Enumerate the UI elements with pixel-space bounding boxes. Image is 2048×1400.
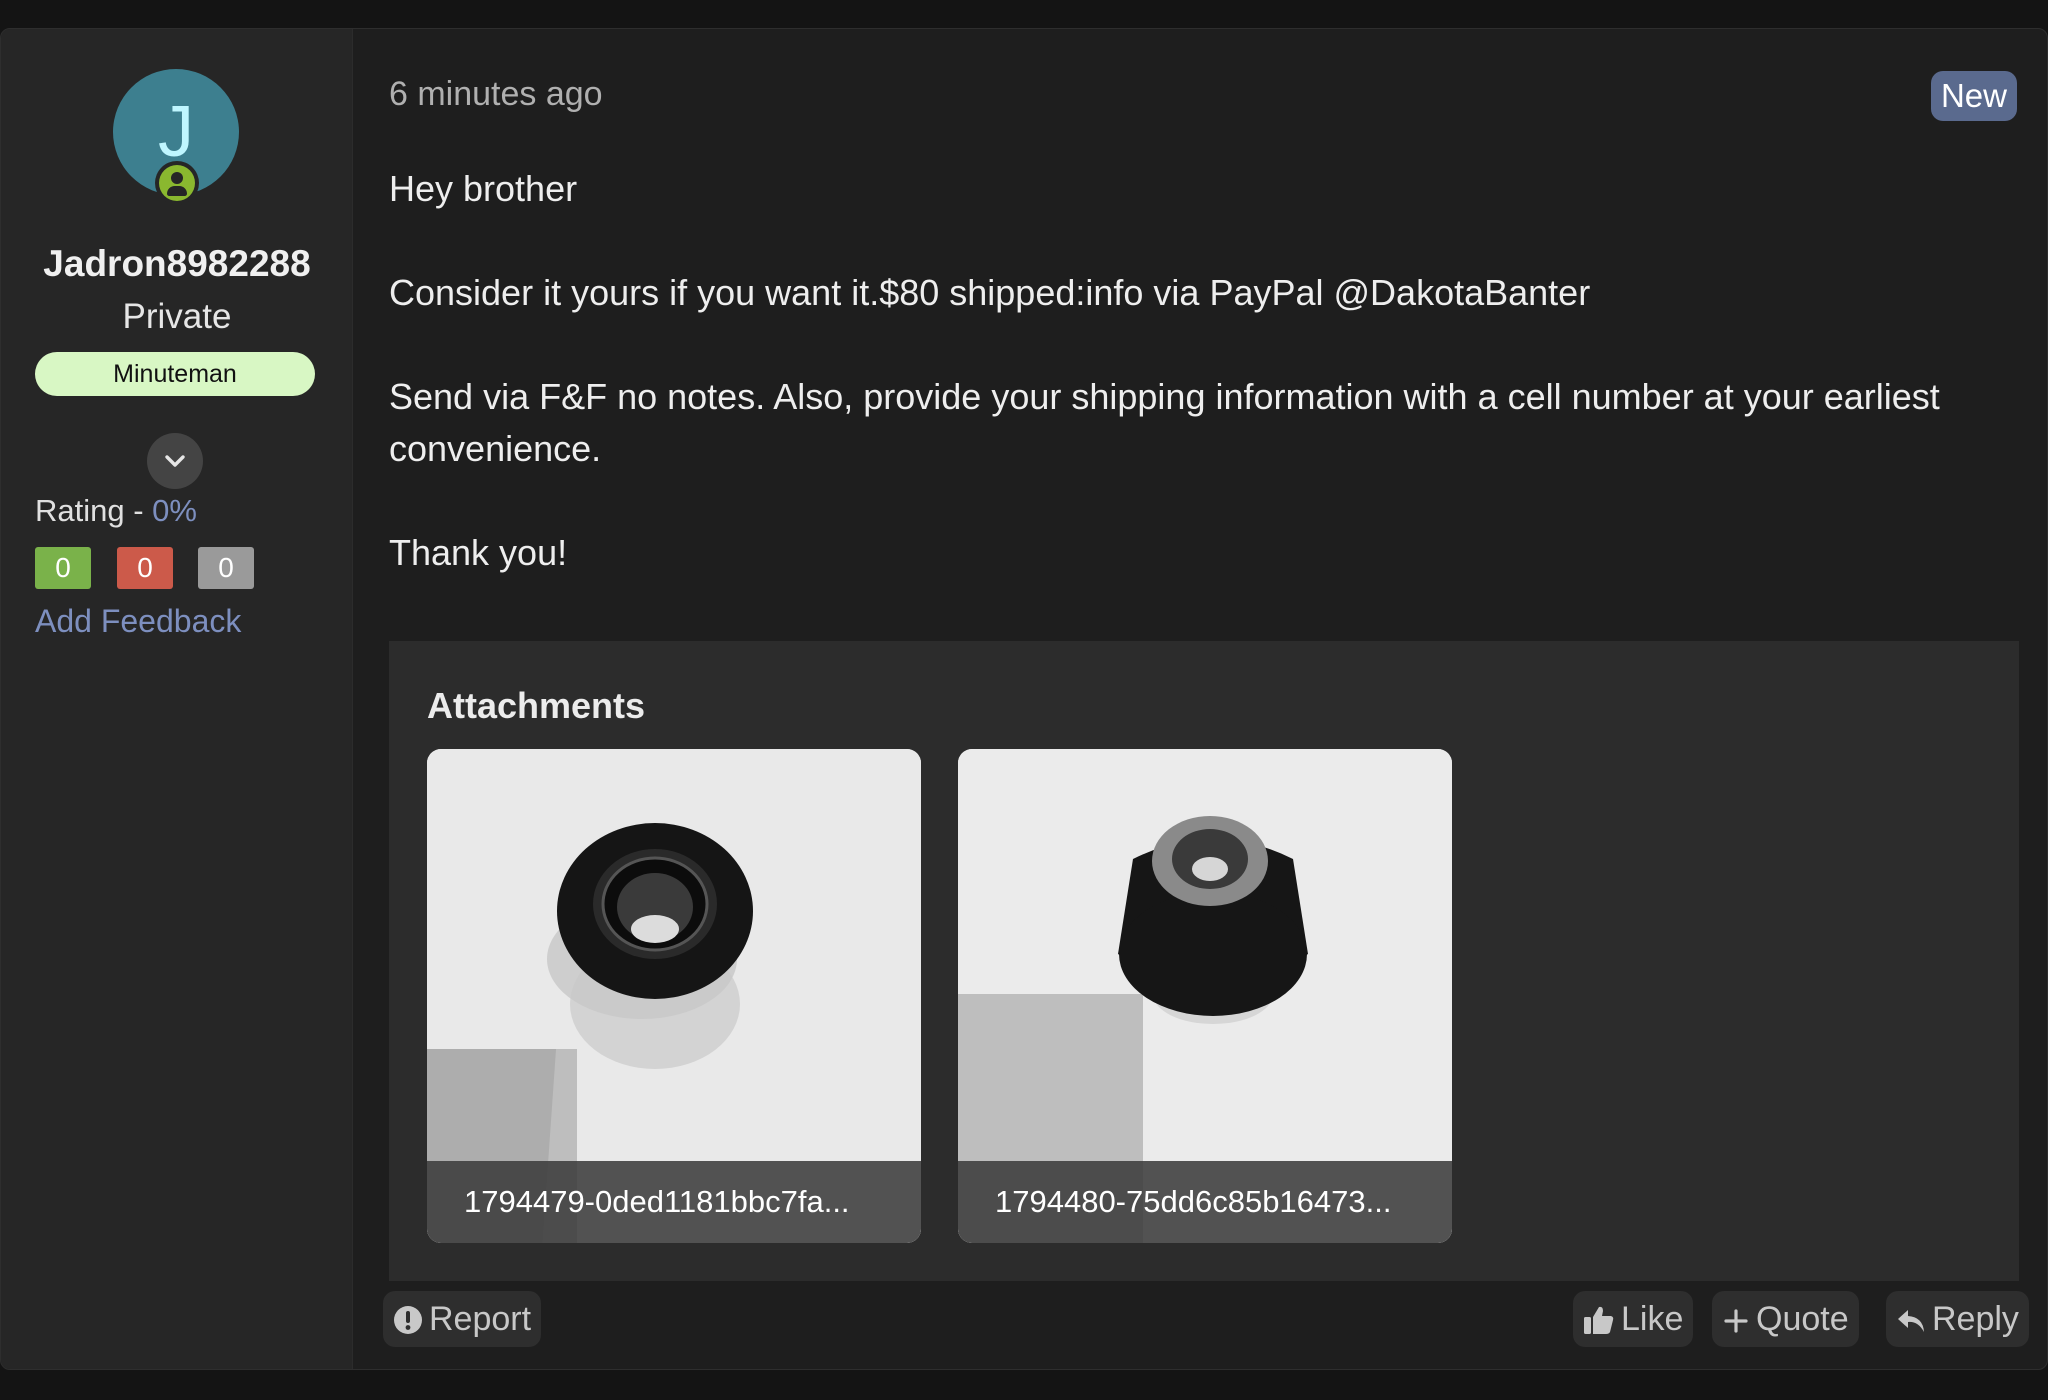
attachment-filename[interactable]: 1794480-75dd6c85b16473... [958, 1161, 1452, 1243]
report-label: Report [429, 1300, 532, 1338]
expand-user-info-button[interactable] [147, 433, 203, 489]
add-feedback-link[interactable]: Add Feedback [35, 603, 241, 640]
post-main: 6 minutes ago New Hey brother Consider i… [353, 29, 2047, 1369]
post: J Jadron8982288 Private Minuteman Rating… [0, 28, 2048, 1370]
attachment-thumbnail[interactable]: 1794480-75dd6c85b16473... [958, 749, 1452, 1243]
like-label: Like [1621, 1300, 1684, 1338]
user-sidebar: J Jadron8982288 Private Minuteman Rating… [1, 29, 353, 1369]
post-paragraph: Hey brother [389, 168, 578, 209]
chevron-down-icon [165, 455, 185, 467]
attachments-heading: Attachments [427, 685, 646, 726]
rating-label: Rating - [35, 493, 153, 528]
rating: Rating - 0% [35, 493, 197, 529]
negative-feedback-count[interactable]: 0 [117, 547, 173, 589]
report-button[interactable]: Report [383, 1291, 542, 1347]
user-title: Private [122, 297, 232, 336]
user-banner: Minuteman [35, 352, 315, 396]
neutral-feedback-count[interactable]: 0 [198, 547, 254, 589]
post-paragraph: Consider it yours if you want it.$80 shi… [389, 272, 1591, 313]
new-badge: New [1930, 71, 2017, 121]
post-paragraph: Thank you! [389, 532, 568, 573]
like-button[interactable]: Like [1573, 1291, 1694, 1347]
quote-button[interactable]: Quote [1712, 1291, 1859, 1347]
rating-value: 0% [152, 493, 197, 528]
online-status-icon [155, 161, 199, 205]
quote-label: Quote [1756, 1300, 1849, 1338]
reply-button[interactable]: Reply [1886, 1291, 2029, 1347]
alert-circle-icon [394, 1306, 422, 1334]
post-timestamp[interactable]: 6 minutes ago [389, 75, 603, 114]
thumbs-up-icon [1584, 1306, 1614, 1334]
plus-icon [1724, 1309, 1748, 1333]
positive-feedback-count[interactable]: 0 [35, 547, 91, 589]
reply-label: Reply [1932, 1300, 2019, 1338]
post-paragraph: Send via F&F no notes. Also, provide you… [389, 376, 1940, 469]
attachments-panel: Attachments 1794479-0ded1181bbc7fa... 17… [389, 641, 2019, 1281]
attachment-filename[interactable]: 1794479-0ded1181bbc7fa... [427, 1161, 921, 1243]
attachment-thumbnail[interactable]: 1794479-0ded1181bbc7fa... [427, 749, 921, 1243]
username[interactable]: Jadron8982288 [1, 243, 353, 285]
post-body: Hey brother Consider it yours if you wan… [389, 163, 2029, 631]
reply-arrow-icon [1898, 1310, 1924, 1332]
